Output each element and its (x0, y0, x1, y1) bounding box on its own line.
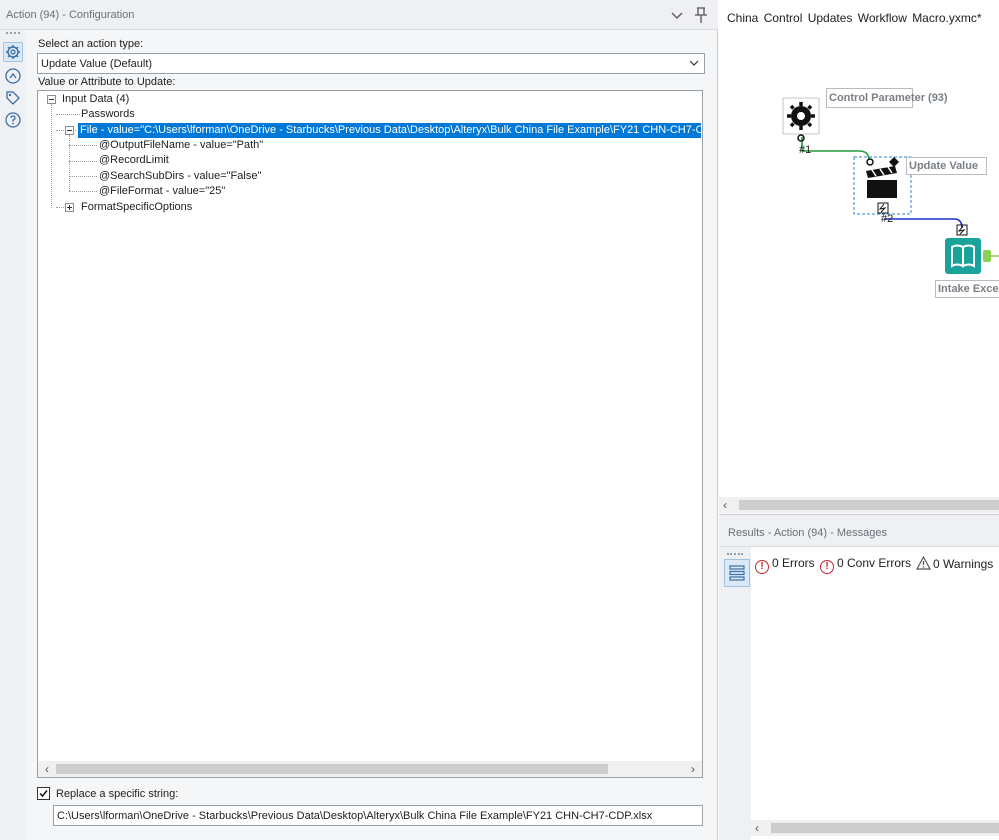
warnings-filter[interactable]: 0 Warnings (915, 555, 994, 571)
tree-node-input-data[interactable]: Input Data (4) (62, 92, 129, 107)
workflow-diagram (782, 97, 999, 274)
conv-errors-count: 0 Conv Errors (837, 556, 912, 570)
configuration-title: Action (94) - Configuration (6, 9, 135, 21)
tree-line (51, 104, 52, 208)
results-title: Results - Action (94) - Messages (728, 527, 887, 539)
tree-node-record-limit[interactable]: @RecordLimit (99, 153, 169, 168)
workflow-canvas[interactable]: China Control Updates Workflow Macro.yxm… (719, 0, 999, 514)
tree-node-format-specific-options[interactable]: FormatSpecificOptions (81, 200, 192, 215)
tree-node-file[interactable]: File - value="C:\Users\lforman\OneDrive … (77, 122, 702, 139)
error-icon: ! (755, 560, 769, 574)
results-panel: Results - Action (94) - Messages ! 0 Erro… (719, 514, 999, 840)
replace-string-checkbox[interactable] (37, 787, 50, 800)
dropdown-arrow-icon (688, 57, 700, 69)
action-type-value: Update Value (Default) (41, 58, 153, 70)
configuration-panel: Action (94) - Configuration Select an ac… (0, 0, 718, 840)
tree-line (56, 114, 80, 115)
connection-1-number: #1 (799, 144, 812, 156)
tree-line (69, 135, 70, 191)
pin-icon[interactable] (692, 5, 710, 25)
collapse-toggle[interactable] (65, 126, 74, 135)
intake-excel-tool[interactable] (945, 224, 999, 274)
tree-node-output-file-name[interactable]: @OutputFileName - value="Path" (99, 138, 263, 153)
warnings-count: 0 Warnings (933, 557, 994, 571)
expand-toggle[interactable] (65, 203, 74, 212)
control-parameter-label: Control Parameter (93) (826, 88, 948, 108)
collapse-chevron-icon[interactable] (668, 6, 686, 24)
tree-line (56, 207, 64, 208)
results-side-rail (719, 547, 751, 840)
intake-excel-label: Intake Excel (935, 280, 999, 298)
connection-1 (801, 137, 870, 161)
action-type-label: Select an action type: (38, 38, 144, 50)
tree-line (69, 161, 97, 162)
connection-icon[interactable] (3, 66, 23, 86)
configuration-side-rail (0, 30, 26, 840)
attribute-tree[interactable]: Input Data (4) Passwords File - value="C… (37, 90, 703, 778)
scroll-left-arrow-icon[interactable]: ‹ (40, 761, 54, 777)
canvas-horizontal-scrollbar[interactable]: ‹ (719, 497, 999, 513)
rail-grip (727, 553, 743, 557)
scroll-left-arrow-icon[interactable]: ‹ (723, 497, 727, 513)
tree-node-search-sub-dirs[interactable]: @SearchSubDirs - value="False" (99, 169, 261, 184)
action-tool[interactable] (853, 156, 912, 215)
errors-filter[interactable]: ! 0 Errors (755, 556, 815, 574)
replace-string-label: Replace a specific string: (56, 788, 179, 800)
value-attribute-label: Value or Attribute to Update: (38, 76, 176, 88)
rail-grip (6, 32, 20, 36)
update-value-label: Update Value (906, 157, 987, 175)
scroll-right-arrow-icon[interactable]: › (686, 761, 700, 777)
conv-errors-filter[interactable]: ! 0 Conv Errors (820, 556, 911, 574)
collapse-toggle[interactable] (47, 95, 56, 104)
errors-count: 0 Errors (772, 556, 815, 570)
warning-icon (915, 555, 932, 570)
gear-icon[interactable] (3, 42, 23, 62)
list-icon[interactable] (724, 559, 750, 587)
replace-string-input[interactable]: C:\Users\lforman\OneDrive - Starbucks\Pr… (53, 805, 703, 826)
tree-node-file-format[interactable]: @FileFormat - value="25" (99, 184, 225, 199)
tree-horizontal-scrollbar[interactable]: ‹ › (38, 761, 702, 777)
results-header: Results - Action (94) - Messages (719, 515, 999, 547)
scroll-thumb[interactable] (771, 823, 999, 833)
help-icon[interactable] (3, 110, 23, 130)
tag-icon[interactable] (3, 88, 23, 108)
tree-line (69, 145, 97, 146)
tree-node-passwords[interactable]: Passwords (81, 107, 135, 122)
control-parameter-tool[interactable] (782, 97, 820, 142)
scroll-thumb[interactable] (56, 764, 608, 774)
scroll-left-arrow-icon[interactable]: ‹ (755, 820, 759, 836)
error-icon: ! (820, 560, 834, 574)
scroll-thumb[interactable] (739, 500, 999, 510)
tree-line (69, 191, 97, 192)
checkbox-check-icon (39, 790, 48, 798)
connection-2-number: #2 (881, 213, 894, 225)
results-horizontal-scrollbar[interactable]: ‹ (751, 820, 999, 836)
tree-line (69, 176, 97, 177)
connection-2 (884, 218, 963, 229)
action-type-select[interactable]: Update Value (Default) (37, 53, 705, 74)
configuration-header: Action (94) - Configuration (0, 0, 718, 30)
